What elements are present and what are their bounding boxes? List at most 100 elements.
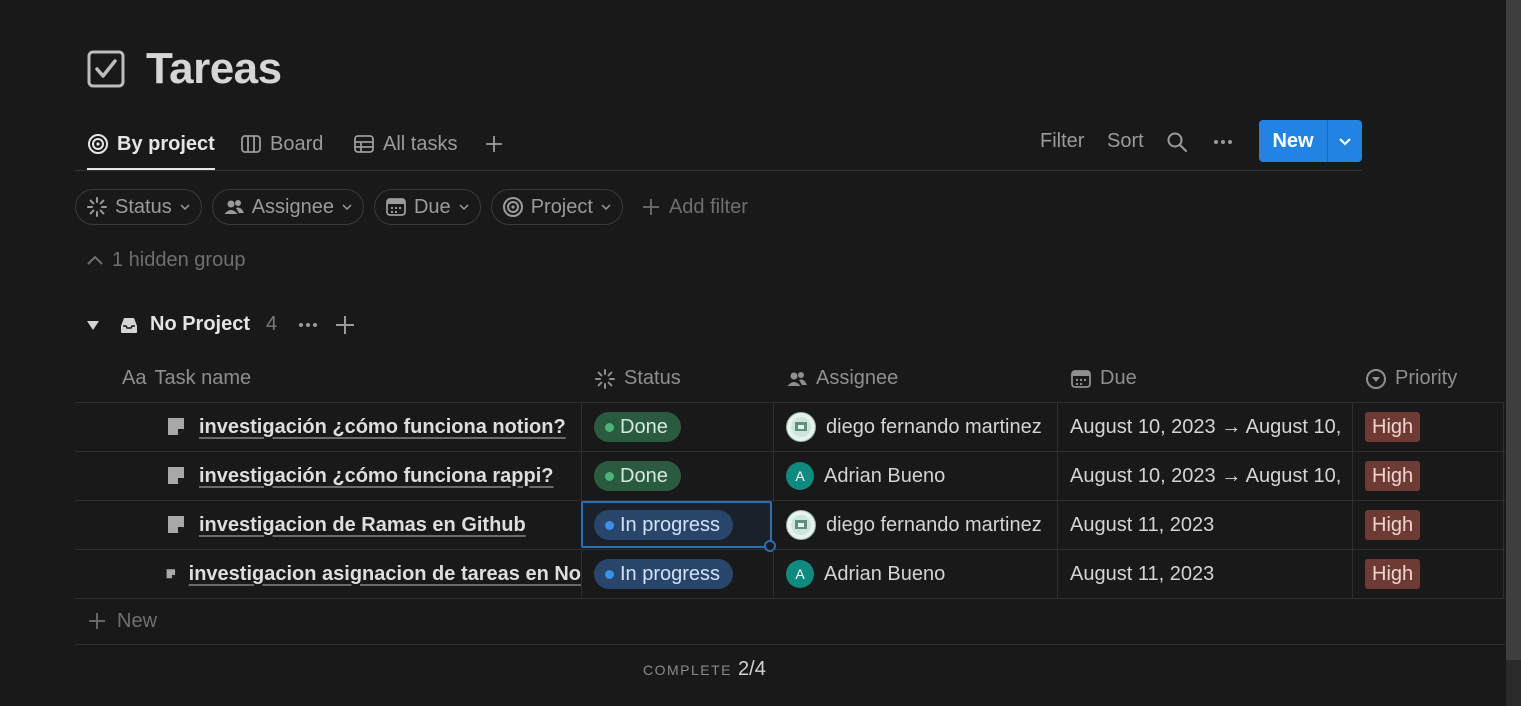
column-divider [1503, 501, 1504, 549]
status-badge: Done [594, 412, 681, 442]
plus-icon[interactable] [335, 315, 355, 335]
plus-icon [486, 136, 502, 152]
column-divider [773, 452, 774, 500]
completion-summary[interactable]: COMPLETE 2/4 [643, 658, 766, 681]
status-cell[interactable]: In progress [594, 501, 774, 549]
status-dot [605, 569, 614, 579]
task-name[interactable]: investigación ¿cómo funciona rappi? [199, 465, 553, 488]
column-header-due[interactable]: Due [1070, 355, 1137, 402]
priority-cell[interactable]: High [1365, 452, 1505, 500]
due-date: August 11, 2023 [1070, 562, 1215, 585]
task-name-cell[interactable]: investigación ¿cómo funciona rappi? [165, 452, 581, 500]
status-badge: In progress [594, 559, 734, 589]
new-button[interactable]: New [1259, 120, 1362, 162]
complete-label: COMPLETE [643, 662, 733, 678]
task-name-cell[interactable]: investigación ¿cómo funciona notion? [165, 403, 581, 451]
more-options-icon[interactable] [297, 314, 319, 336]
new-dropdown-button[interactable] [1328, 120, 1362, 162]
status-cell[interactable]: Done [594, 403, 774, 451]
due-cell[interactable]: August 11, 2023 [1070, 550, 1352, 598]
add-view-button[interactable] [483, 120, 505, 168]
task-name-cell[interactable]: investigacion asignacion de tareas en No [165, 550, 581, 598]
status-cell[interactable]: In progress [594, 550, 774, 598]
tab-board[interactable]: Board [240, 120, 323, 168]
due-cell[interactable]: August 11, 2023 [1070, 501, 1352, 549]
status-cell[interactable]: Done [594, 452, 774, 500]
filter-status[interactable]: Status [75, 189, 202, 225]
hidden-group-label: 1 hidden group [112, 249, 246, 271]
chevron-down-icon [601, 204, 611, 211]
column-header-task-name[interactable]: Aa Task name [122, 355, 251, 402]
assignee-cell[interactable]: A Adrian Bueno [786, 452, 1058, 500]
tab-all-tasks[interactable]: All tasks [353, 120, 457, 168]
task-name-cell[interactable]: investigacion de Ramas en Github [165, 501, 581, 549]
column-header-assignee[interactable]: Assignee [786, 355, 898, 402]
page-scrollbar[interactable] [1506, 0, 1521, 706]
text-type-icon: Aa [122, 367, 147, 389]
group-title: No Project [150, 313, 251, 335]
table-row[interactable]: investigación ¿cómo funciona rappi? Done… [75, 452, 1505, 501]
column-label: Priority [1395, 367, 1458, 389]
assignee-cell[interactable]: A Adrian Bueno [786, 550, 1058, 598]
status-dot [605, 471, 614, 481]
column-header-priority[interactable]: Priority [1365, 355, 1457, 402]
column-label: Status [624, 367, 681, 389]
calendar-icon [386, 198, 406, 216]
table-row[interactable]: investigacion de Ramas en Github In prog… [75, 501, 1505, 552]
due-cell[interactable]: August 10, 2023 → August 10, [1070, 403, 1352, 451]
add-row-button[interactable]: New [75, 598, 1505, 645]
triangle-down-icon[interactable] [86, 318, 100, 332]
group-header: No Project 4 [86, 313, 355, 336]
assignee-cell[interactable]: diego fernando martinez [786, 501, 1058, 549]
due-cell[interactable]: August 10, 2023 → August 10, [1070, 452, 1352, 500]
priority-tag: High [1365, 461, 1421, 491]
tab-label: By project [117, 132, 215, 155]
column-divider [581, 550, 582, 598]
search-icon[interactable] [1166, 131, 1188, 153]
priority-cell[interactable]: High [1365, 550, 1505, 598]
priority-cell[interactable]: High [1365, 501, 1505, 549]
column-header-status[interactable]: Status [594, 355, 681, 402]
filter-assignee[interactable]: Assignee [211, 189, 364, 225]
avatar [786, 510, 816, 540]
status-dot [605, 422, 614, 432]
chevron-down-icon [342, 204, 352, 211]
checkbox-icon [87, 50, 125, 88]
more-options-icon[interactable] [1212, 131, 1234, 153]
assignee-name: Adrian Bueno [824, 464, 946, 487]
avatar [786, 412, 816, 442]
column-divider [1057, 501, 1058, 549]
sort-button[interactable]: Sort [1107, 130, 1144, 153]
page-icon [168, 516, 184, 533]
hidden-group-toggle[interactable]: 1 hidden group [86, 249, 245, 272]
new-button-label[interactable]: New [1259, 120, 1328, 162]
task-name[interactable]: investigacion de Ramas en Github [199, 514, 526, 537]
status-label: Done [620, 464, 668, 487]
assignee-name: diego fernando martinez [826, 513, 1042, 536]
avatar: A [786, 560, 814, 588]
task-name[interactable]: investigacion asignacion de tareas en No [189, 563, 581, 586]
scrollbar-thumb[interactable] [1506, 0, 1521, 660]
assignee-cell[interactable]: diego fernando martinez [786, 403, 1058, 451]
filter-button[interactable]: Filter [1040, 130, 1084, 153]
table-row[interactable]: investigacion asignacion de tareas en No… [75, 550, 1505, 599]
due-date: August 10, 2023 → August 10, [1070, 464, 1342, 487]
task-table: Aa Task name Status Assignee Due Priorit… [75, 355, 1505, 599]
due-date: August 10, 2023 → August 10, [1070, 415, 1342, 438]
status-icon [595, 368, 615, 389]
table-row[interactable]: investigación ¿cómo funciona notion? Don… [75, 403, 1505, 452]
filter-project[interactable]: Project [490, 189, 623, 225]
task-name[interactable]: investigación ¿cómo funciona notion? [199, 416, 566, 439]
priority-tag: High [1365, 559, 1421, 589]
priority-cell[interactable]: High [1365, 403, 1505, 451]
board-icon [241, 135, 261, 153]
column-divider [581, 403, 582, 451]
filter-label: Status [115, 195, 172, 218]
column-divider [773, 403, 774, 451]
filter-due[interactable]: Due [373, 189, 481, 225]
tab-by-project[interactable]: By project [87, 120, 215, 170]
column-divider [1352, 452, 1353, 500]
people-icon [224, 200, 244, 214]
status-label: Done [620, 415, 668, 438]
add-filter-button[interactable]: Add filter [641, 196, 748, 219]
